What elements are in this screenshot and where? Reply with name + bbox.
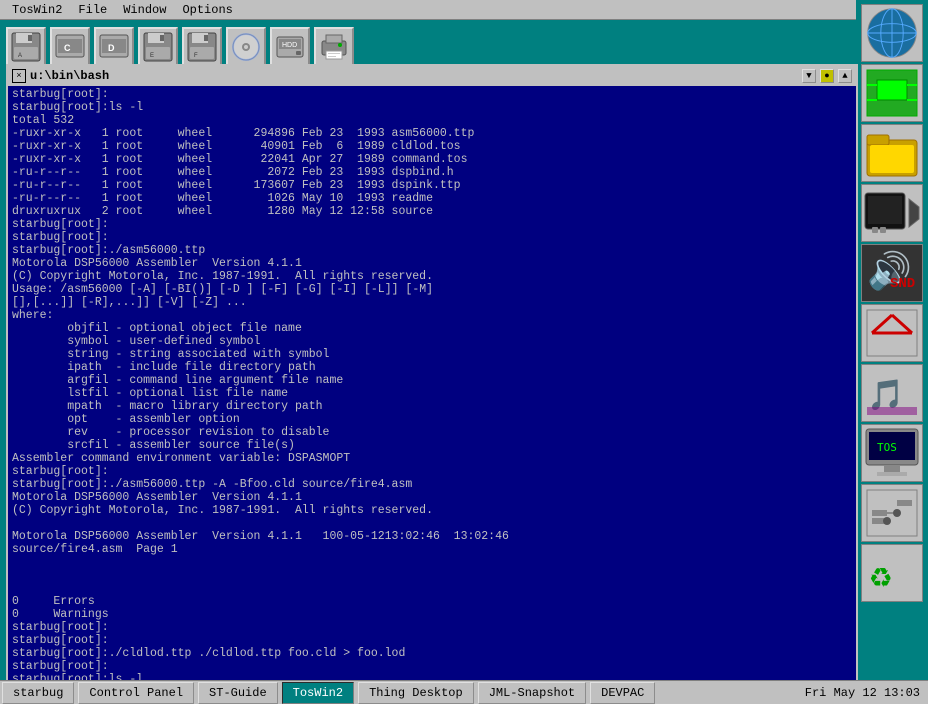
svg-text:SND: SND — [890, 276, 915, 292]
svg-text:C: C — [64, 43, 71, 53]
drive-g-icon[interactable]: HDD — [270, 27, 310, 67]
menu-window[interactable]: Window — [115, 2, 174, 18]
drive-f-icon[interactable]: F — [182, 27, 222, 67]
folder-icon[interactable] — [861, 124, 923, 182]
taskbar-thing-desktop[interactable]: Thing Desktop — [358, 682, 474, 704]
right-panel: 🔊 SND 🎵 TOS — [856, 0, 928, 680]
menu-options[interactable]: Options — [174, 2, 240, 18]
taskbar-clock: Fri May 12 13:03 — [797, 684, 928, 702]
video-icon[interactable] — [861, 184, 923, 242]
fullscreen-button[interactable]: ● — [820, 69, 834, 83]
circuit-icon[interactable] — [861, 64, 923, 122]
svg-text:F: F — [194, 53, 198, 59]
drive-a-icon[interactable]: A — [6, 27, 46, 67]
menubar: TosWin2 File Window Options — [0, 0, 928, 20]
terminal-content[interactable]: starbug[root]: starbug[root]:ls -l total… — [8, 86, 856, 682]
drive-d-icon[interactable]: D — [94, 27, 134, 67]
printer-icon[interactable] — [314, 27, 354, 67]
menu-toswin2[interactable]: TosWin2 — [4, 2, 70, 18]
menu-file[interactable]: File — [70, 2, 115, 18]
globe-icon[interactable] — [861, 4, 923, 62]
cd-drive-icon[interactable] — [226, 27, 266, 67]
settings-icon[interactable] — [861, 484, 923, 542]
taskbar-control-panel[interactable]: Control Panel — [78, 682, 194, 704]
taskbar-jml-snapshot[interactable]: JML-Snapshot — [478, 682, 586, 704]
minimize-button[interactable]: ▼ — [802, 69, 816, 83]
taskbar: starbug Control Panel ST-Guide TosWin2 T… — [0, 680, 928, 704]
svg-text:D: D — [108, 43, 115, 53]
svg-text:♻: ♻ — [870, 557, 892, 598]
terminal-titlebar: × u:\bin\bash ▼ ● ▲ — [8, 66, 856, 86]
taskbar-starbug[interactable]: starbug — [2, 682, 74, 704]
taskbar-st-guide[interactable]: ST-Guide — [198, 682, 278, 704]
svg-text:E: E — [150, 53, 154, 59]
action-icon[interactable] — [861, 304, 923, 362]
music-icon[interactable]: 🎵 — [861, 364, 923, 422]
monitor-icon[interactable]: TOS — [861, 424, 923, 482]
taskbar-devpac[interactable]: DEVPAC — [590, 682, 655, 704]
terminal-title: u:\bin\bash — [30, 69, 798, 83]
sound-icon[interactable]: 🔊 SND — [861, 244, 923, 302]
svg-text:TOS: TOS — [877, 441, 897, 454]
svg-text:HDD: HDD — [282, 42, 297, 49]
close-button[interactable]: × — [12, 69, 26, 83]
maximize-button[interactable]: ▲ — [838, 69, 852, 83]
recycle-icon[interactable]: ♻ — [861, 544, 923, 602]
drive-c-icon[interactable]: C — [50, 27, 90, 67]
svg-text:A: A — [18, 53, 22, 59]
drive-e-icon[interactable]: E — [138, 27, 178, 67]
taskbar-toswin2[interactable]: TosWin2 — [282, 682, 354, 704]
terminal-window: × u:\bin\bash ▼ ● ▲ starbug[root]: starb… — [6, 64, 858, 684]
